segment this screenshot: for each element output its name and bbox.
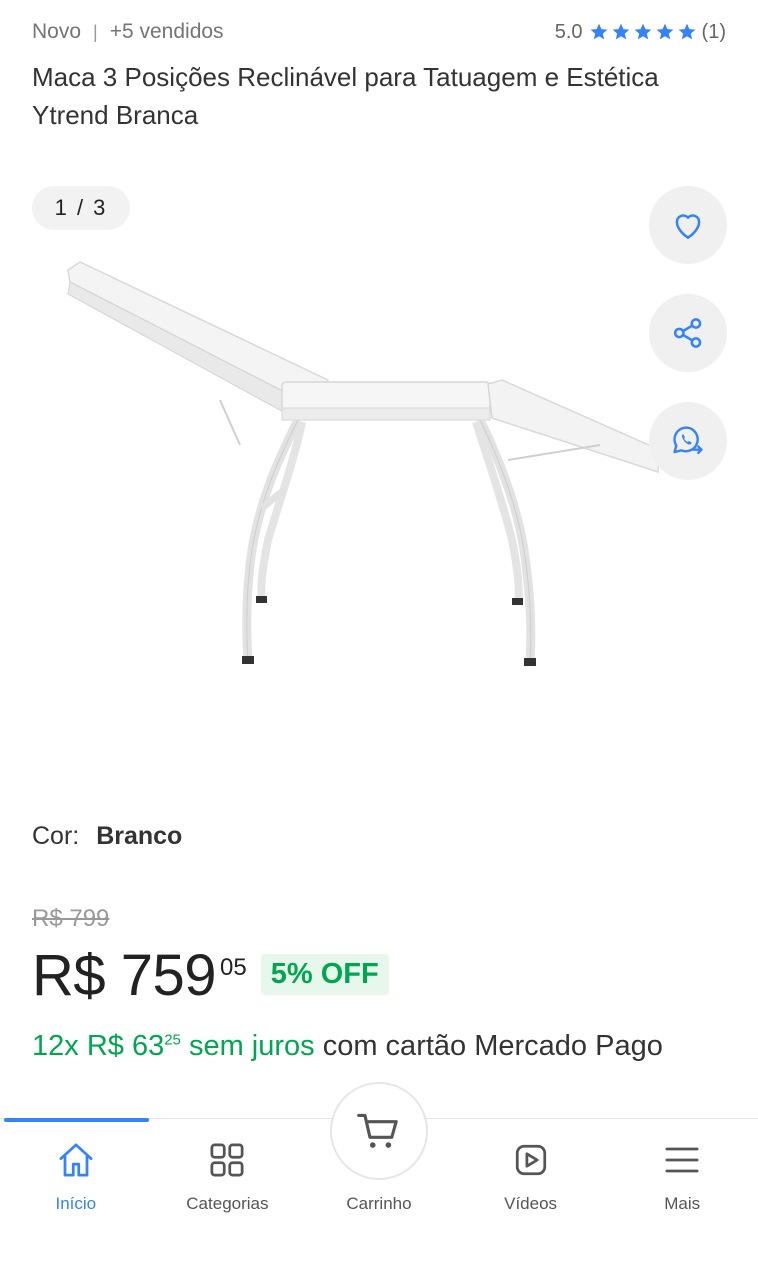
installment-interest: sem juros	[188, 1030, 315, 1062]
active-tab-indicator	[4, 1118, 149, 1122]
installment-amount: 12x R$ 6325 sem juros	[32, 1030, 315, 1062]
meta-separator: |	[93, 21, 98, 42]
nav-item-mais[interactable]: Mais	[606, 1138, 758, 1214]
rating-summary[interactable]: 5.0 (1)	[555, 21, 726, 44]
product-meta-row: Novo | +5 vendidos 5.0 (1)	[32, 18, 726, 46]
nav-item-inicio[interactable]: Início	[0, 1138, 152, 1214]
star-icon	[634, 23, 651, 40]
favorite-button[interactable]	[649, 186, 727, 264]
star-icon	[678, 23, 695, 40]
rating-value: 5.0	[554, 20, 583, 43]
share-button[interactable]	[649, 294, 727, 372]
installment-amount-value: 12x R$ 63	[32, 1030, 165, 1062]
nav-label-inicio: Início	[55, 1194, 97, 1213]
current-price-cents: 05	[220, 954, 247, 981]
product-title: Maca 3 Posições Reclinável para Tatuagem…	[32, 62, 659, 130]
nav-item-videos[interactable]: Vídeos	[455, 1138, 607, 1214]
current-price: R$ 759	[32, 943, 217, 1008]
nav-item-categorias[interactable]: Categorias	[152, 1138, 304, 1214]
original-price: R$ 799	[32, 905, 110, 932]
nav-label-carrinho: Carrinho	[346, 1194, 412, 1213]
nav-label-videos: Vídeos	[504, 1194, 558, 1213]
whatsapp-share-button[interactable]	[649, 402, 727, 480]
grid-icon	[205, 1138, 249, 1182]
rating-stars	[589, 22, 697, 42]
menu-icon	[660, 1138, 704, 1182]
sold-count: +5 vendidos	[109, 20, 224, 43]
star-icon	[656, 23, 673, 40]
color-value: Branco	[96, 822, 183, 850]
color-label: Cor:	[32, 822, 80, 850]
share-icon	[673, 318, 702, 348]
discount-badge: 5% OFF	[260, 954, 389, 995]
whatsapp-icon	[673, 426, 703, 455]
nav-label-mais: Mais	[664, 1194, 701, 1213]
installment-payment-method: com cartão Mercado Pago	[322, 1030, 663, 1062]
home-icon	[54, 1138, 98, 1182]
color-selector[interactable]: Cor: Branco	[32, 822, 182, 851]
installments-info[interactable]: 12x R$ 6325 sem juros com cartão Mercado…	[32, 1028, 722, 1065]
price-row: R$ 759 05 5% OFF	[32, 942, 389, 1010]
star-icon	[612, 23, 629, 40]
product-image[interactable]	[40, 250, 680, 680]
nav-item-carrinho[interactable]: Carrinho	[303, 1138, 455, 1214]
condition-label: Novo	[32, 20, 82, 43]
installment-cents: 25	[164, 1031, 181, 1049]
video-icon	[509, 1138, 553, 1182]
star-icon	[590, 23, 607, 40]
product-gallery[interactable]: 1 / 3	[0, 170, 758, 790]
condition-sold: Novo | +5 vendidos	[32, 20, 224, 44]
nav-items: Início Categorias Carrinho Vídeos Mais	[0, 1138, 758, 1214]
review-count: (1)	[701, 20, 726, 43]
image-counter: 1 / 3	[32, 186, 130, 230]
nav-label-categorias: Categorias	[186, 1194, 269, 1213]
heart-icon	[675, 214, 701, 239]
